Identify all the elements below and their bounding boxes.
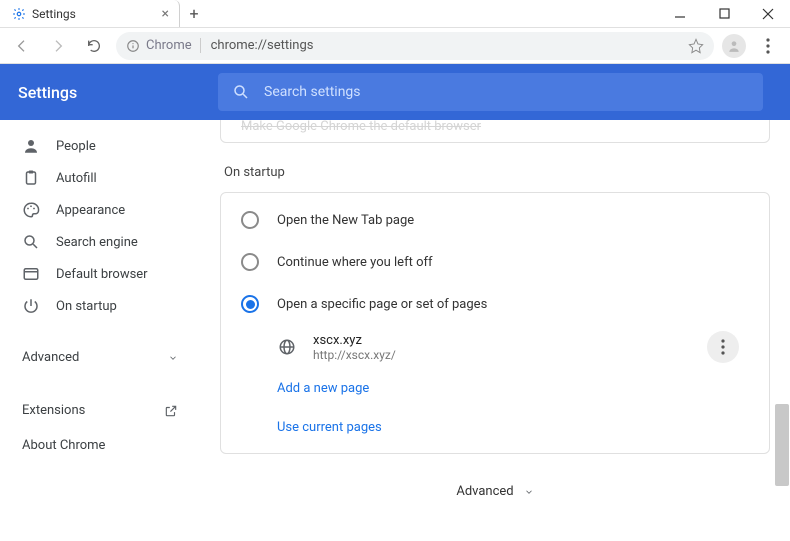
advanced-footer-label: Advanced	[456, 484, 513, 499]
sidebar-item-label: Autofill	[56, 171, 97, 186]
close-window-button[interactable]	[746, 0, 790, 27]
startup-page-text: xscx.xyz http://xscx.xyz/	[313, 333, 396, 362]
browser-toolbar: Chrome chrome://settings	[0, 28, 790, 64]
sidebar-item-search-engine[interactable]: Search engine	[0, 226, 200, 258]
page-more-button[interactable]	[707, 331, 739, 363]
radio-specific-pages[interactable]: Open a specific page or set of pages	[221, 283, 769, 325]
back-button[interactable]	[8, 32, 36, 60]
settings-content: Make Google Chrome the default browser O…	[200, 120, 790, 541]
person-icon	[22, 137, 40, 155]
use-current-pages-link[interactable]: Use current pages	[221, 408, 769, 447]
omnibox-chip: Chrome	[146, 38, 201, 53]
sidebar-item-label: On startup	[56, 299, 117, 314]
browser-icon	[22, 265, 40, 283]
startup-card: Open the New Tab page Continue where you…	[220, 192, 770, 454]
settings-header: Settings Search settings	[0, 64, 790, 120]
radio-icon	[241, 253, 259, 271]
window-titlebar: Settings × +	[0, 0, 790, 28]
sidebar-item-label: People	[56, 139, 96, 154]
sidebar-item-label: Appearance	[56, 203, 125, 218]
globe-icon	[277, 337, 297, 357]
search-icon	[22, 233, 40, 251]
reload-button[interactable]	[80, 32, 108, 60]
sidebar-item-on-startup[interactable]: On startup	[0, 290, 200, 322]
clipboard-icon	[22, 169, 40, 187]
sidebar-item-label: Default browser	[56, 267, 148, 282]
radio-continue[interactable]: Continue where you left off	[221, 241, 769, 283]
page-title: xscx.xyz	[313, 333, 396, 348]
radio-label: Open a specific page or set of pages	[277, 297, 487, 312]
minimize-button[interactable]	[658, 0, 702, 27]
maximize-button[interactable]	[702, 0, 746, 27]
power-icon	[22, 297, 40, 315]
sidebar-item-label: Search engine	[56, 235, 138, 250]
info-icon	[126, 39, 140, 53]
tab-title: Settings	[32, 7, 76, 21]
search-placeholder: Search settings	[264, 84, 361, 100]
search-input[interactable]: Search settings	[218, 73, 763, 111]
palette-icon	[22, 201, 40, 219]
gear-icon	[12, 7, 26, 21]
new-tab-button[interactable]: +	[180, 0, 208, 27]
main-area: People Autofill Appearance Search engine…	[0, 120, 790, 541]
search-icon	[232, 83, 250, 101]
radio-label: Open the New Tab page	[277, 213, 414, 228]
sidebar-extensions-label: Extensions	[22, 403, 85, 418]
sidebar-item-people[interactable]: People	[0, 130, 200, 162]
radio-label: Continue where you left off	[277, 255, 433, 270]
stub-text: Make Google Chrome the default browser	[241, 120, 481, 134]
radio-icon	[241, 211, 259, 229]
forward-button[interactable]	[44, 32, 72, 60]
external-link-icon	[164, 404, 178, 418]
sidebar-item-appearance[interactable]: Appearance	[0, 194, 200, 226]
kebab-menu-icon[interactable]	[754, 38, 782, 54]
section-title-startup: On startup	[224, 165, 770, 180]
window-buttons	[658, 0, 790, 27]
bookmark-star-icon[interactable]	[688, 38, 704, 54]
page-url: http://xscx.xyz/	[313, 348, 396, 362]
sidebar-about[interactable]: About Chrome	[0, 428, 200, 463]
default-browser-card-stub: Make Google Chrome the default browser	[220, 120, 770, 143]
close-icon[interactable]: ×	[162, 6, 169, 22]
profile-avatar[interactable]	[722, 34, 746, 58]
chevron-down-icon	[168, 353, 178, 363]
browser-tab[interactable]: Settings ×	[0, 0, 180, 27]
sidebar-advanced-label: Advanced	[22, 350, 79, 365]
sidebar-about-label: About Chrome	[22, 438, 105, 453]
address-bar[interactable]: Chrome chrome://settings	[116, 32, 714, 60]
radio-open-new-tab[interactable]: Open the New Tab page	[221, 199, 769, 241]
chevron-down-icon	[524, 487, 534, 497]
startup-page-entry: xscx.xyz http://xscx.xyz/	[221, 325, 769, 369]
radio-icon	[241, 295, 259, 313]
page-title: Settings	[18, 83, 198, 102]
sidebar-advanced[interactable]: Advanced	[0, 342, 200, 373]
scrollbar-thumb[interactable]	[775, 404, 789, 486]
add-new-page-link[interactable]: Add a new page	[221, 369, 769, 408]
omnibox-url: chrome://settings	[211, 38, 314, 53]
sidebar-item-autofill[interactable]: Autofill	[0, 162, 200, 194]
sidebar-extensions[interactable]: Extensions	[0, 393, 200, 428]
sidebar: People Autofill Appearance Search engine…	[0, 120, 200, 541]
sidebar-item-default-browser[interactable]: Default browser	[0, 258, 200, 290]
advanced-footer[interactable]: Advanced	[220, 484, 770, 499]
